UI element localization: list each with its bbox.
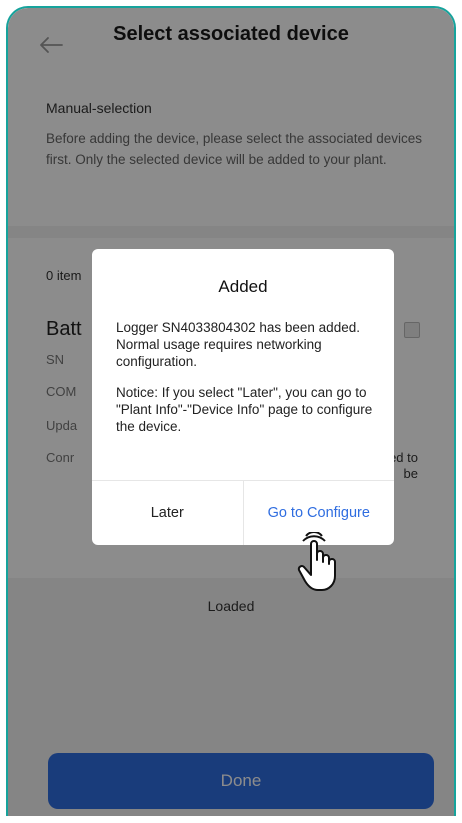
dialog-message: Logger SN4033804302 has been added. Norm… (116, 320, 360, 369)
screen: Select associated device Manual-selectio… (8, 8, 454, 816)
dialog-title: Added (218, 277, 268, 296)
dialog-actions: Later Go to Configure (92, 480, 394, 545)
later-button[interactable]: Later (92, 481, 244, 545)
hand-pointer-icon (297, 532, 336, 591)
dialog-body: Logger SN4033804302 has been added. Norm… (116, 319, 376, 449)
phone-frame: Select associated device Manual-selectio… (6, 6, 456, 816)
dialog-notice: Notice: If you select "Later", you can g… (116, 385, 373, 434)
added-dialog: Added Logger SN4033804302 has been added… (92, 249, 394, 545)
